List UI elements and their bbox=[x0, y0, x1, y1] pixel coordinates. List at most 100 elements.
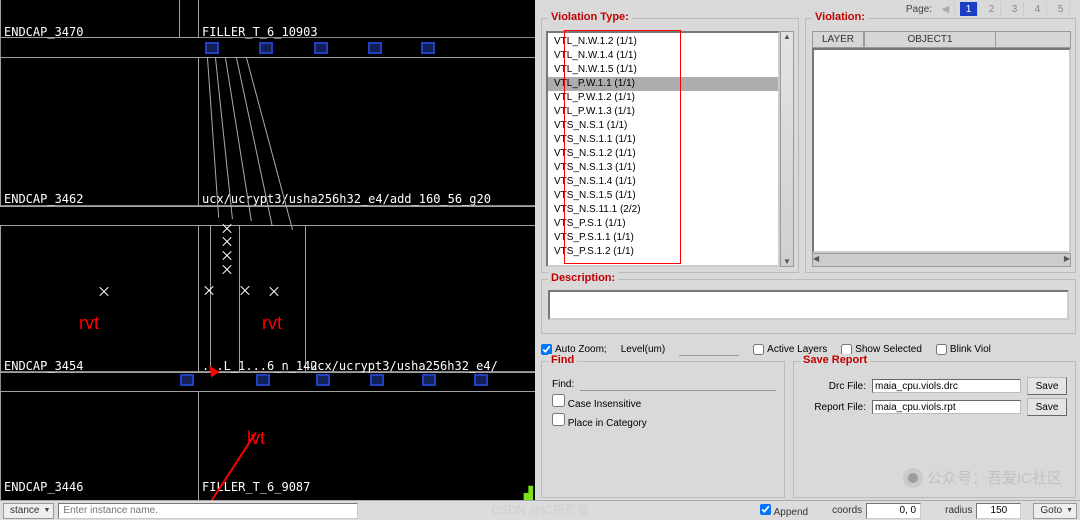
goto-dropdown[interactable]: Goto▼ bbox=[1033, 503, 1077, 519]
corner-icon: ▟ bbox=[524, 486, 533, 500]
find-label: Find: bbox=[552, 379, 574, 390]
level-input[interactable] bbox=[679, 342, 739, 356]
cell-label: FILLER_T_6_10903 bbox=[202, 25, 318, 39]
cell bbox=[305, 225, 535, 373]
violation-type-list[interactable]: VTL_N.W.1.2 (1/1)VTL_N.W.1.4 (1/1)VTL_N.… bbox=[546, 31, 780, 267]
scrollbar[interactable]: ▲▼ bbox=[780, 31, 794, 267]
x-marker bbox=[99, 287, 108, 296]
pin-marker bbox=[256, 374, 270, 386]
drc-file-input[interactable] bbox=[872, 379, 1021, 393]
col-object1[interactable]: OBJECT1 bbox=[864, 31, 996, 48]
radius-label: radius bbox=[945, 505, 972, 516]
drc-file-label: Drc File: bbox=[804, 381, 866, 392]
violation-type-item[interactable]: VTL_N.W.1.5 (1/1) bbox=[548, 63, 778, 77]
append-check[interactable]: Append bbox=[760, 504, 808, 518]
save-report-panel: Save Report Drc File: Save Report File: … bbox=[793, 361, 1076, 498]
x-marker bbox=[222, 251, 231, 260]
cell-label: ENDCAP_3454 bbox=[4, 359, 83, 373]
layout-canvas[interactable]: ENDCAP_3470 FILLER_T_6_10903 ENDCAP_3462… bbox=[0, 0, 535, 500]
violation-type-panel: Violation Type: VTL_N.W.1.2 (1/1)VTL_N.W… bbox=[541, 18, 799, 273]
violation-type-item[interactable]: VTL_N.W.1.2 (1/1) bbox=[548, 35, 778, 49]
violation-type-item[interactable]: VTL_P.W.1.3 (1/1) bbox=[548, 105, 778, 119]
cell bbox=[198, 57, 535, 207]
instance-dropdown[interactable]: stance▼ bbox=[3, 503, 54, 519]
scroll-down-icon[interactable]: ▼ bbox=[783, 257, 791, 266]
show-selected-check[interactable]: Show Selected bbox=[841, 344, 922, 355]
coords-label: coords bbox=[832, 505, 862, 516]
violation-type-item[interactable]: VTL_P.W.1.1 (1/1) bbox=[548, 77, 780, 91]
description-title: Description: bbox=[548, 272, 618, 284]
annotation-rvt: rvt bbox=[262, 313, 282, 334]
pin-marker bbox=[474, 374, 488, 386]
violation-type-item[interactable]: VTS_N.S.1.4 (1/1) bbox=[548, 175, 778, 189]
active-layers-check[interactable]: Active Layers bbox=[753, 344, 827, 355]
cell bbox=[0, 57, 199, 207]
pin-marker bbox=[314, 42, 328, 54]
annotation-rvt: rvt bbox=[79, 313, 99, 334]
violation-type-item[interactable]: VTS_N.S.1.3 (1/1) bbox=[548, 161, 778, 175]
cell-label: ENDCAP_3462 bbox=[4, 192, 83, 206]
cell-label: ENDCAP_3470 bbox=[4, 25, 83, 39]
pin-marker bbox=[259, 42, 273, 54]
description-panel: Description: bbox=[541, 279, 1076, 334]
violation-title: Violation: bbox=[812, 11, 868, 23]
page-5[interactable]: 5 bbox=[1052, 2, 1070, 16]
report-file-label: Report File: bbox=[804, 402, 866, 413]
violation-type-item[interactable]: VTS_N.S.1 (1/1) bbox=[548, 119, 778, 133]
h-scrollbar[interactable]: ◀▶ bbox=[812, 253, 1071, 267]
pin-marker bbox=[370, 374, 384, 386]
description-text[interactable] bbox=[548, 290, 1069, 320]
report-file-input[interactable] bbox=[872, 400, 1021, 414]
violation-type-item[interactable]: VTS_N.S.11.1 (2/2) bbox=[548, 203, 778, 217]
col-layer[interactable]: LAYER bbox=[812, 31, 864, 48]
page-3[interactable]: 3 bbox=[1006, 2, 1024, 16]
pin-marker bbox=[368, 42, 382, 54]
chevron-down-icon: ▼ bbox=[1066, 507, 1073, 514]
pin-marker bbox=[316, 374, 330, 386]
save-report-button[interactable]: Save bbox=[1027, 398, 1067, 416]
violation-type-item[interactable]: VTL_N.W.1.4 (1/1) bbox=[548, 49, 778, 63]
page-2[interactable]: 2 bbox=[983, 2, 1001, 16]
x-marker bbox=[204, 286, 213, 295]
find-input[interactable] bbox=[580, 377, 776, 391]
case-insensitive-check[interactable]: Case Insensitive bbox=[552, 394, 641, 410]
x-marker bbox=[222, 265, 231, 274]
violation-type-item[interactable]: VTS_N.S.1.2 (1/1) bbox=[548, 147, 778, 161]
instance-input[interactable] bbox=[58, 503, 358, 519]
violation-type-title: Violation Type: bbox=[548, 11, 632, 23]
save-report-title: Save Report bbox=[800, 354, 870, 366]
pin-marker bbox=[421, 42, 435, 54]
violation-table-body[interactable] bbox=[812, 48, 1071, 253]
x-marker bbox=[240, 286, 249, 295]
violation-type-item[interactable]: VTS_P.S.1.1 (1/1) bbox=[548, 231, 778, 245]
save-drc-button[interactable]: Save bbox=[1027, 377, 1067, 395]
pin-marker bbox=[422, 374, 436, 386]
radius-value[interactable] bbox=[976, 503, 1021, 519]
page-4[interactable]: 4 bbox=[1029, 2, 1047, 16]
violation-type-item[interactable]: VTS_P.S.1 (1/1) bbox=[548, 217, 778, 231]
find-title: Find bbox=[548, 354, 577, 366]
cell-label: ENDCAP_3446 bbox=[4, 480, 83, 494]
violation-type-item[interactable]: VTS_P.S.1.2 (1/1) bbox=[548, 245, 778, 259]
page-prev-icon[interactable]: ◀ bbox=[937, 2, 955, 16]
x-marker bbox=[222, 237, 231, 246]
violation-type-item[interactable]: VTS_N.S.1.5 (1/1) bbox=[548, 189, 778, 203]
col-extra[interactable] bbox=[996, 31, 1071, 48]
x-marker bbox=[269, 287, 278, 296]
auto-zoom-check[interactable]: Auto Zoom; bbox=[541, 344, 607, 355]
violation-type-item[interactable]: VTS_N.S.1.1 (1/1) bbox=[548, 133, 778, 147]
x-marker bbox=[222, 224, 231, 233]
cell-label: ucx/ucrypt3/usha256h32_e4/ bbox=[310, 359, 498, 373]
level-label: Level(um) bbox=[621, 344, 665, 355]
cell-label: ucx/ucrypt3/usha256h32_e4/add_160_56_g20 bbox=[202, 192, 491, 206]
place-in-category-check[interactable]: Place in Category bbox=[552, 413, 647, 429]
pin-marker bbox=[205, 42, 219, 54]
blink-viol-check[interactable]: Blink Viol bbox=[936, 344, 991, 355]
violation-type-item[interactable]: VTL_P.W.1.2 (1/1) bbox=[548, 91, 778, 105]
scroll-up-icon[interactable]: ▲ bbox=[783, 32, 791, 41]
violation-panel: Violation: LAYER OBJECT1 ◀▶ bbox=[805, 18, 1076, 273]
cell bbox=[0, 225, 199, 373]
page-1[interactable]: 1 bbox=[960, 2, 978, 16]
pin-marker bbox=[180, 374, 194, 386]
coords-value[interactable] bbox=[866, 503, 921, 519]
